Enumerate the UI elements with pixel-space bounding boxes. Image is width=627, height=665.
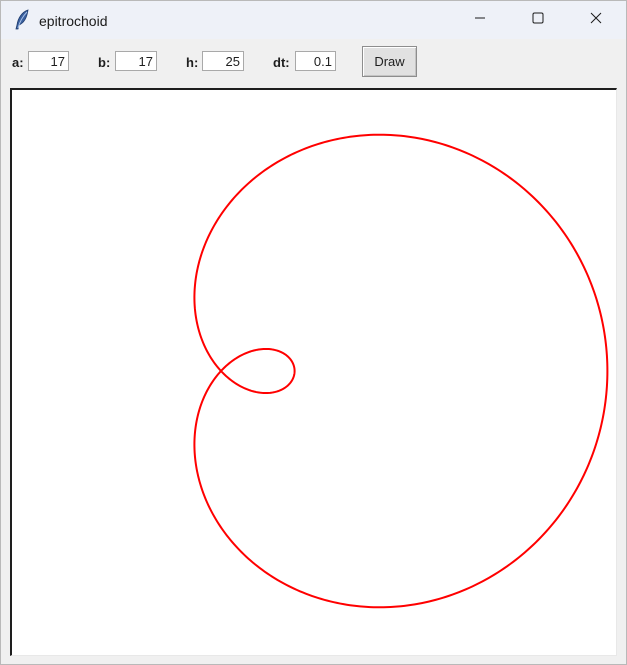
maximize-button[interactable] (509, 1, 567, 39)
epitrochoid-plot (193, 133, 609, 609)
window-title: epitrochoid (39, 13, 108, 29)
drawing-canvas[interactable] (10, 88, 617, 656)
epitrochoid-curve (193, 133, 609, 609)
close-button[interactable] (567, 1, 625, 39)
parameter-toolbar: a: b: h: dt: Draw (1, 39, 626, 85)
feather-icon (13, 9, 31, 31)
close-icon (590, 11, 602, 29)
draw-button[interactable]: Draw (362, 46, 417, 77)
a-input[interactable] (28, 51, 69, 71)
b-label: b: (98, 55, 111, 70)
dt-input[interactable] (295, 51, 336, 71)
maximize-icon (532, 11, 544, 29)
minimize-button[interactable] (451, 1, 509, 39)
b-input[interactable] (115, 51, 157, 71)
h-input[interactable] (202, 51, 244, 71)
title-bar[interactable]: epitrochoid (1, 1, 626, 39)
h-label: h: (186, 55, 199, 70)
a-label: a: (12, 55, 24, 70)
dt-label: dt: (273, 55, 290, 70)
minimize-icon (474, 11, 486, 29)
app-window: epitrochoid a: b: h: dt: Draw (0, 0, 627, 665)
